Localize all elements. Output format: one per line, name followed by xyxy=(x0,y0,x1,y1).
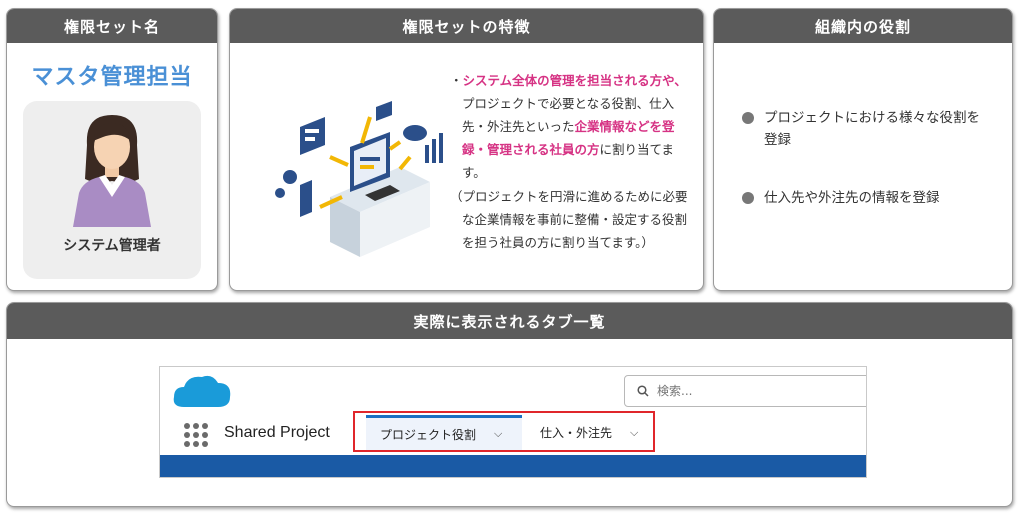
highlight-text-1: システム全体の管理を担当される方や、 xyxy=(462,73,687,88)
features-note: （プロジェクトを円滑に進めるために必要な企業情報を事前に整備・設定する役割を担う… xyxy=(450,189,688,250)
search-box[interactable] xyxy=(624,375,866,407)
org-role-list: プロジェクトにおける様々な役割を登録 仕入先や外注先の情報を登録 xyxy=(742,107,992,245)
tab-list-header: 実際に表示されるタブ一覧 xyxy=(7,303,1012,339)
list-item-text: プロジェクトにおける様々な役割を登録 xyxy=(764,110,980,148)
cloud-logo-icon xyxy=(173,375,231,407)
search-icon xyxy=(637,385,649,397)
bullet-dot-icon xyxy=(742,112,754,124)
list-item: 仕入先や外注先の情報を登録 xyxy=(742,187,992,209)
app-name: Shared Project xyxy=(224,424,330,441)
list-item-text: 仕入先や外注先の情報を登録 xyxy=(764,190,940,206)
office-illustration-icon xyxy=(275,101,443,257)
admin-avatar-icon xyxy=(73,115,151,227)
app-launcher-icon[interactable] xyxy=(184,423,208,447)
bullet-mark: ・ xyxy=(450,73,463,88)
bullet-dot-icon xyxy=(742,192,754,204)
app-screenshot: Shared Project プロジェクト役割 ⌵ 仕入・外注先 ⌵ xyxy=(159,366,867,478)
list-item: プロジェクトにおける様々な役割を登録 xyxy=(742,107,992,151)
tabs-highlight-box xyxy=(353,411,655,452)
features-header: 権限セットの特徴 xyxy=(230,9,703,43)
org-role-header: 組織内の役割 xyxy=(714,9,1012,43)
tab-list-card: 実際に表示されるタブ一覧 Shared Project プロジェクト役割 ⌵ 仕… xyxy=(6,302,1013,507)
avatar-label: システム管理者 xyxy=(63,238,161,254)
role-title: マスタ管理担当 xyxy=(31,65,193,90)
features-main-text: ・システム全体の管理を担当される方や、プロジェクトで必要となる役割、仕入先・外注… xyxy=(450,69,690,184)
role-name-card: 権限セット名 マスタ管理担当 システム管理者 xyxy=(6,8,218,291)
search-input[interactable] xyxy=(657,384,837,398)
avatar-box: システム管理者 xyxy=(23,101,201,279)
org-role-card: 組織内の役割 プロジェクトにおける様々な役割を登録 仕入先や外注先の情報を登録 xyxy=(713,8,1013,291)
header-band xyxy=(160,455,866,477)
features-description: ・システム全体の管理を担当される方や、プロジェクトで必要となる役割、仕入先・外注… xyxy=(450,69,690,254)
role-name-header: 権限セット名 xyxy=(7,9,217,43)
features-card: 権限セットの特徴 ・システム全体の管理を担当される方や、プロジェクトで必要となる… xyxy=(229,8,704,291)
